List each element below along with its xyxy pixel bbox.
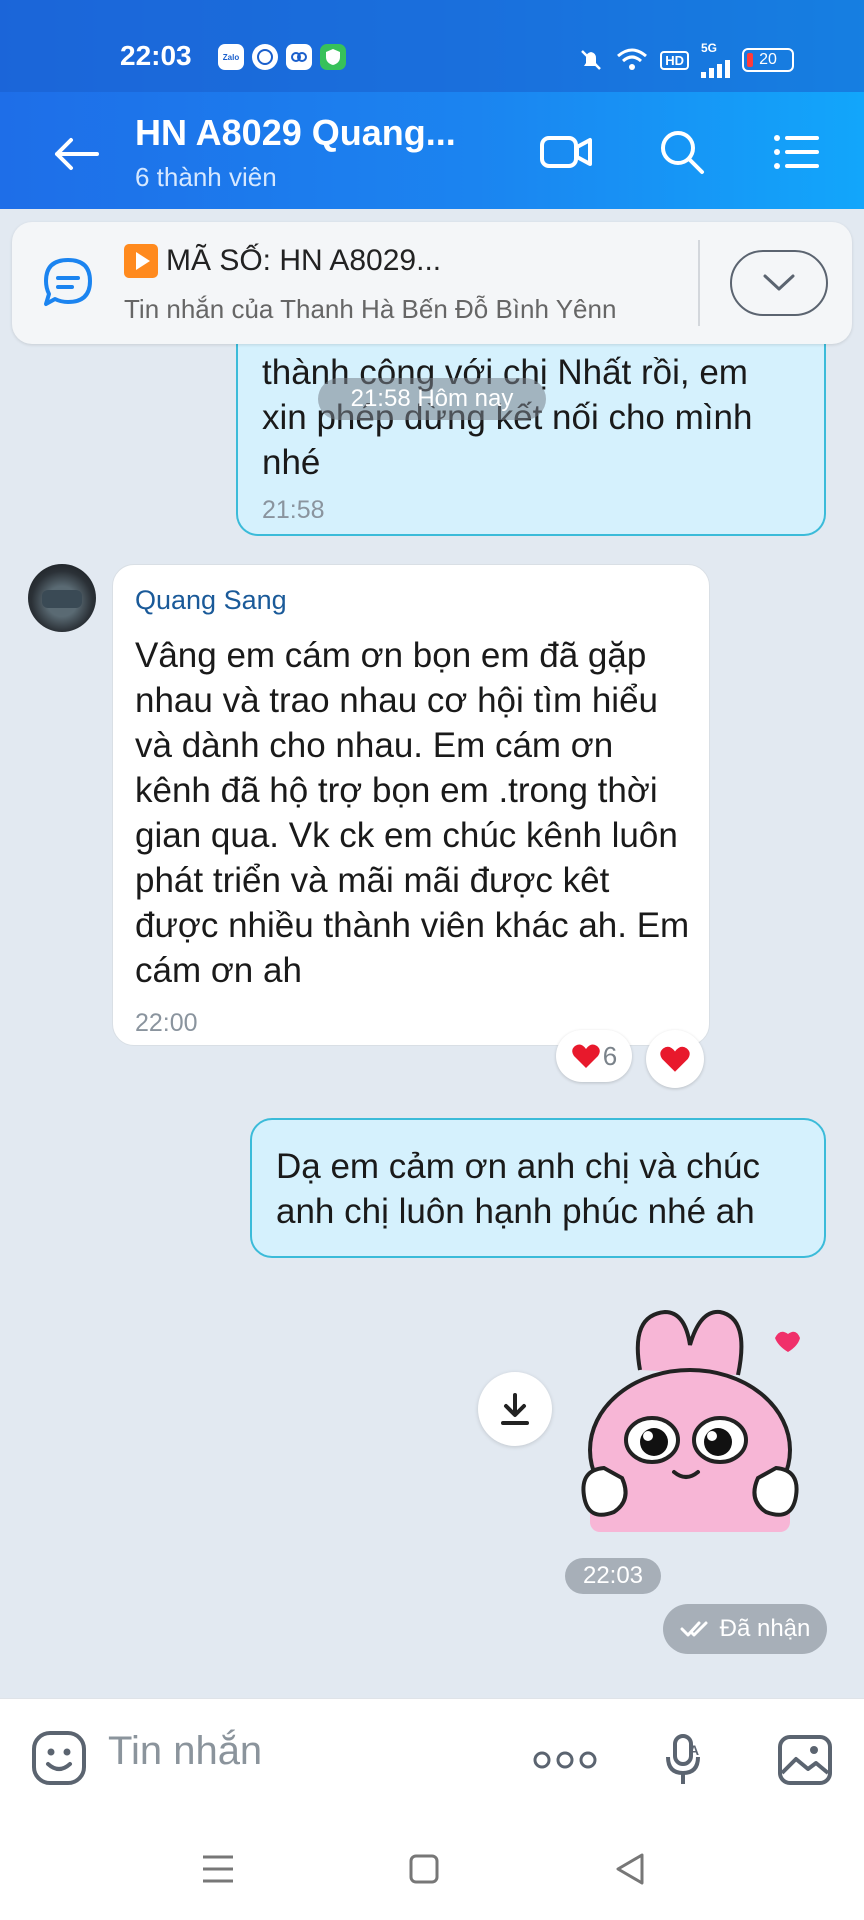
pinned-subtitle: Tin nhắn của Thanh Hà Bến Đỗ Bình Yênn — [124, 294, 617, 324]
delivery-status-text: Đã nhận — [719, 1615, 811, 1642]
message-text: Dạ em cảm ơn anh chị và chúc anh chị luô… — [276, 1147, 761, 1231]
pinned-title-text: MÃ SỐ: HN A8029... — [166, 244, 442, 277]
signal-icon — [701, 54, 730, 78]
bell-muted-icon — [581, 50, 602, 70]
app-icon — [286, 44, 312, 70]
svg-text:A: A — [689, 1742, 699, 1758]
sender-name[interactable]: Quang Sang — [135, 585, 287, 616]
pinned-message-banner[interactable]: MÃ SỐ: HN A8029... Tin nhắn của Thanh Hà… — [12, 222, 852, 344]
react-button[interactable] — [646, 1030, 704, 1088]
message-time: 22:03 — [565, 1558, 661, 1594]
zalo-icon: Zalo — [218, 44, 244, 70]
reaction-count: 6 — [602, 1040, 618, 1071]
menu-lines-icon — [203, 1855, 233, 1883]
message-text: Vâng em cám ơn bọn em đã gặp nhau và tra… — [135, 636, 690, 990]
video-call-button[interactable] — [536, 122, 596, 182]
heart-icon — [660, 1046, 690, 1072]
battery-icon: 20 — [742, 48, 794, 72]
recent-apps-button[interactable] — [188, 1846, 248, 1892]
message-bubble-received[interactable]: Quang Sang Vâng em cám ơn bọn em đã gặp … — [112, 564, 710, 1046]
list-menu-icon — [774, 135, 819, 169]
voice-button[interactable]: A — [650, 1725, 720, 1795]
menu-button[interactable] — [766, 122, 826, 182]
divider — [698, 240, 700, 326]
microphone-icon: A — [666, 1734, 700, 1784]
member-count[interactable]: 6 thành viên — [135, 162, 277, 193]
hd-badge: HD — [660, 50, 689, 70]
avatar[interactable] — [28, 564, 96, 632]
pinned-title: MÃ SỐ: HN A8029... — [124, 244, 441, 278]
message-time: 22:00 — [135, 1009, 198, 1037]
arrow-left-icon — [55, 138, 99, 170]
battery-level: 20 — [759, 51, 777, 68]
download-button[interactable] — [478, 1372, 552, 1446]
network-label: 5G — [701, 41, 718, 55]
image-gallery-icon — [778, 1735, 832, 1785]
delivery-status-badge: Đã nhận — [663, 1604, 827, 1654]
app-top: 22:03 Zalo HD 5G 20 HN A8029 Quang... 6 … — [0, 0, 864, 209]
chevron-down-icon — [763, 274, 795, 291]
double-check-icon — [680, 1621, 708, 1637]
wifi-icon — [617, 48, 648, 70]
whatsapp-icon — [252, 44, 278, 70]
sticker[interactable] — [570, 1300, 820, 1540]
video-camera-icon — [540, 136, 592, 168]
download-icon — [501, 1393, 529, 1425]
status-app-icons: Zalo — [218, 44, 346, 70]
message-input-bar: A — [0, 1698, 864, 1818]
triangle-back-icon — [616, 1853, 644, 1885]
message-bubble-sent[interactable]: Dạ em cảm ơn anh chị và chúc anh chị luô… — [250, 1118, 826, 1258]
status-time: 22:03 — [120, 40, 192, 71]
chat-bubble-icon — [40, 256, 96, 315]
search-button[interactable] — [652, 122, 712, 182]
date-divider: 21:58 Hôm nay — [318, 378, 546, 420]
expand-pinned-button[interactable] — [730, 250, 828, 316]
shield-icon — [320, 44, 346, 70]
play-button-icon — [124, 244, 158, 278]
pink-bunny-sticker-icon — [581, 1309, 800, 1532]
chat-title[interactable]: HN A8029 Quang... — [135, 112, 456, 154]
chat-header: HN A8029 Quang... 6 thành viên — [0, 92, 864, 209]
image-button[interactable] — [770, 1725, 840, 1795]
message-time: 21:58 — [262, 496, 325, 524]
back-nav-button[interactable] — [600, 1846, 660, 1892]
more-options-button[interactable] — [530, 1725, 600, 1795]
status-indicators: HD 5G 20 — [578, 42, 794, 78]
search-icon — [661, 131, 704, 174]
reaction-summary[interactable]: 6 — [556, 1030, 632, 1082]
emoji-button[interactable] — [30, 1729, 88, 1792]
message-input[interactable] — [108, 1729, 488, 1774]
more-dots-icon — [533, 1751, 597, 1769]
system-nav-bar — [0, 1818, 864, 1920]
square-icon — [409, 1854, 439, 1884]
back-button[interactable] — [48, 126, 104, 182]
home-button[interactable] — [394, 1846, 454, 1892]
sticker-emoji-icon — [32, 1731, 86, 1785]
heart-icon — [571, 1044, 600, 1068]
message-line: nhé — [262, 443, 321, 482]
